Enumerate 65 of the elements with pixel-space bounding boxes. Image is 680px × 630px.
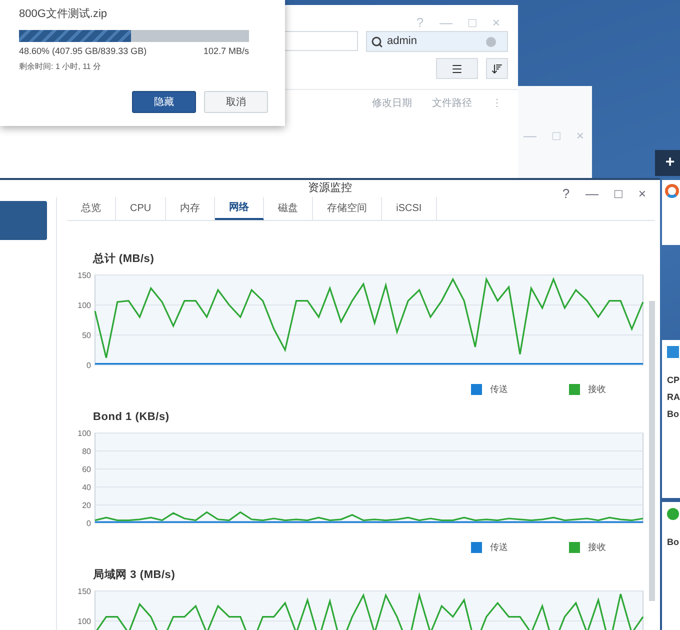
search-icon[interactable] [371,36,383,48]
widget-label: Bo [667,538,680,547]
widget-label: RA [667,393,680,402]
y-tick: 100 [78,429,644,438]
window-control[interactable]: — [586,187,599,200]
window-control[interactable]: ? [562,187,570,200]
y-tick-label: 0 [86,519,92,528]
add-button[interactable]: + [655,150,680,176]
y-tick-label: 100 [78,301,92,310]
tab[interactable]: 存储空间 [313,196,382,220]
y-tick-label: 50 [82,331,92,340]
y-tick: 40 [82,483,644,492]
hide-button[interactable]: 隐藏 [132,91,196,113]
search-input[interactable]: admin [387,33,482,50]
y-tick-label: 80 [82,447,92,456]
speed-text: 102.7 MB/s [203,44,249,58]
widget-label: Bo [667,410,680,419]
sort-icon[interactable] [491,62,503,74]
path-field[interactable] [282,31,358,51]
chart-title: 总计 (MB/s) [92,252,156,266]
chart-title: 局域网 3 (MB/s) [92,568,176,582]
window-control[interactable]: □ [614,187,622,200]
tab[interactable]: 总览 [67,196,116,220]
menu-icon[interactable] [451,62,463,74]
legend-label: 接收 [588,383,606,396]
y-tick-label: 40 [82,483,92,492]
y-tick: 50 [82,331,644,340]
y-tick-label: 60 [82,465,92,474]
legend-label: 传送 [490,541,508,554]
y-tick-label: 100 [78,429,92,438]
y-tick: 80 [82,447,644,456]
y-tick: 100 [78,301,644,310]
legend-label: 接收 [588,541,606,554]
tab[interactable]: 磁盘 [264,196,314,220]
y-tick: 150 [78,587,644,596]
y-tick-label: 150 [78,271,92,280]
y-tick-label: 100 [78,617,92,626]
y-tick: 0 [86,519,644,528]
y-tick-label: 20 [82,501,92,510]
ring-icon [665,184,679,198]
y-tick: 100 [78,617,644,626]
legend-label: 传送 [490,383,508,396]
view-button[interactable] [436,58,478,79]
tab[interactable]: CPU [116,196,166,220]
tab[interactable]: 网络 [215,196,264,220]
tab[interactable]: 内存 [166,196,216,220]
sort-button[interactable] [486,58,508,79]
y-tick: 150 [78,271,644,280]
chart-title: Bond 1 (KB/s) [92,410,170,424]
y-tick: 60 [82,465,644,474]
y-tick-label: 150 [78,587,92,596]
status-icon [667,508,679,520]
y-tick: 0 [86,361,644,370]
window-title: 资源监控 [308,181,352,196]
tab[interactable]: iSCSI [382,196,437,220]
file-name: 800G文件测试.zip [19,6,108,22]
widget-label: CP [667,376,680,385]
progress-text: 48.60% (407.95 GB/839.33 GB) [19,44,147,58]
y-tick-label: 0 [86,361,92,370]
search-field[interactable]: admin [366,31,508,52]
remaining-time: 剩余时间: 1 小时, 11 分 [19,61,102,73]
chart-icon [667,346,679,358]
window-control[interactable]: × [638,187,646,200]
y-tick: 20 [82,501,644,510]
cancel-button[interactable]: 取消 [204,91,268,113]
